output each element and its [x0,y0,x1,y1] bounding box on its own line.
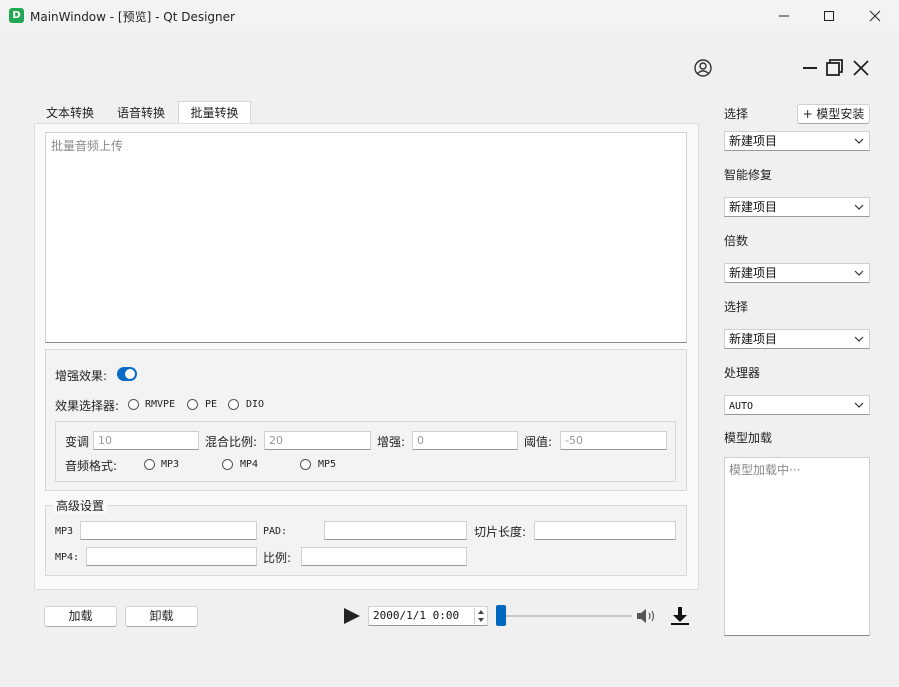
chevron-down-icon [854,138,864,144]
enhance-toggle[interactable] [117,367,137,381]
playback-slider-track [496,615,632,617]
volume-icon [637,609,655,623]
inner-minimize-button[interactable] [800,58,820,78]
select2-label: 选择 [724,300,749,314]
chevron-down-icon [854,336,864,342]
mp4-label: MP4: [55,552,80,563]
repair-value: 新建项目 [729,200,778,214]
user-icon [694,59,712,77]
datetime-spin[interactable] [474,608,487,624]
select2-combo[interactable]: 新建项目 [724,329,870,349]
boost-input[interactable]: 0 [412,431,518,450]
chevron-down-icon [854,270,864,276]
slice-length-input[interactable] [534,521,676,540]
toggle-knob [125,369,135,379]
repair-combo[interactable]: 新建项目 [724,197,870,217]
radio-mp3-label: MP3 [161,459,180,470]
download-button[interactable] [669,605,691,627]
close-icon [869,10,881,21]
radio-mp4-label: MP4 [240,459,259,470]
multiplier-value: 新建项目 [729,266,778,280]
radio-dio[interactable] [228,399,239,410]
datetime-edit[interactable]: 2000/1/1 0:00 [368,606,488,626]
restore-icon [826,59,843,76]
ratio-input[interactable] [301,547,467,566]
minimize-button[interactable] [761,0,807,31]
processor-combo[interactable]: AUTO [724,395,870,415]
window-title: MainWindow - [预览] - Qt Designer [30,10,235,24]
load-button[interactable]: 加载 [44,606,117,627]
threshold-input[interactable]: -50 [560,431,667,450]
play-button[interactable] [342,606,362,626]
pitch-label: 变调 [65,435,90,449]
repair-label: 智能修复 [724,168,773,182]
radio-pe[interactable] [187,399,198,410]
model-install-button[interactable]: + 模型安装 [797,104,870,124]
radio-mp3[interactable] [144,459,155,470]
mix-ratio-label: 混合比例: [205,435,258,449]
volume-button[interactable] [635,606,659,626]
select1-value: 新建项目 [729,134,778,148]
multiplier-combo[interactable]: 新建项目 [724,263,870,283]
chevron-down-icon [854,204,864,210]
pad-label: PAD: [263,526,288,537]
radio-pe-label: PE [205,399,218,410]
radio-rmvpe[interactable] [128,399,139,410]
spin-arrows-icon [478,610,484,622]
radio-mp4[interactable] [222,459,233,470]
slice-length-label: 切片长度: [474,525,527,539]
tab-voice-convert[interactable]: 语音转换 [106,102,176,124]
select1-label: 选择 [724,107,749,121]
mix-ratio-input[interactable]: 20 [264,431,371,450]
close-button[interactable] [852,0,898,31]
ratio-label: 比例: [263,551,292,565]
inner-close-button[interactable] [851,58,871,78]
radio-rmvpe-label: RMVPE [145,399,176,410]
close-icon [853,60,869,76]
select2-value: 新建项目 [729,332,778,346]
model-log-area[interactable]: 模型加载中··· [724,457,870,636]
datetime-value: 2000/1/1 0:00 [373,609,460,622]
advanced-title: 高级设置 [53,497,108,514]
select1-combo[interactable]: 新建项目 [724,131,870,151]
threshold-label: 阈值: [524,435,553,449]
download-icon [671,607,689,625]
user-button[interactable] [693,58,713,78]
boost-label: 增强: [377,435,406,449]
radio-mp5-label: MP5 [318,459,337,470]
chevron-down-icon [854,402,864,408]
multiplier-label: 倍数 [724,234,749,248]
pad-input[interactable] [324,521,467,540]
minimize-icon [779,15,789,16]
maximize-button[interactable] [806,0,852,31]
model-load-label: 模型加载 [724,431,773,445]
effect-selector-label: 效果选择器: [55,399,120,413]
play-icon [344,608,360,624]
processor-value: AUTO [729,401,754,412]
audio-format-label: 音频格式: [65,459,118,473]
radio-mp5[interactable] [300,459,311,470]
mp3-input[interactable] [80,521,257,540]
mp4-input[interactable] [86,547,257,566]
mp3-label: MP3 [55,526,74,537]
pitch-input[interactable]: 10 [93,431,199,450]
minimize-icon [803,67,817,69]
maximize-icon [824,10,834,21]
tab-batch-convert[interactable]: 批量转换 [178,101,251,125]
radio-dio-label: DIO [246,399,265,410]
app-icon: D [9,8,24,23]
batch-upload-area[interactable]: 批量音频上传 [45,132,687,343]
enhance-label: 增强效果: [55,369,108,383]
inner-restore-button[interactable] [825,58,845,78]
unload-button[interactable]: 卸载 [125,606,198,627]
tab-text-convert[interactable]: 文本转换 [36,102,104,124]
playback-slider-handle[interactable] [496,605,506,626]
processor-label: 处理器 [724,366,761,380]
